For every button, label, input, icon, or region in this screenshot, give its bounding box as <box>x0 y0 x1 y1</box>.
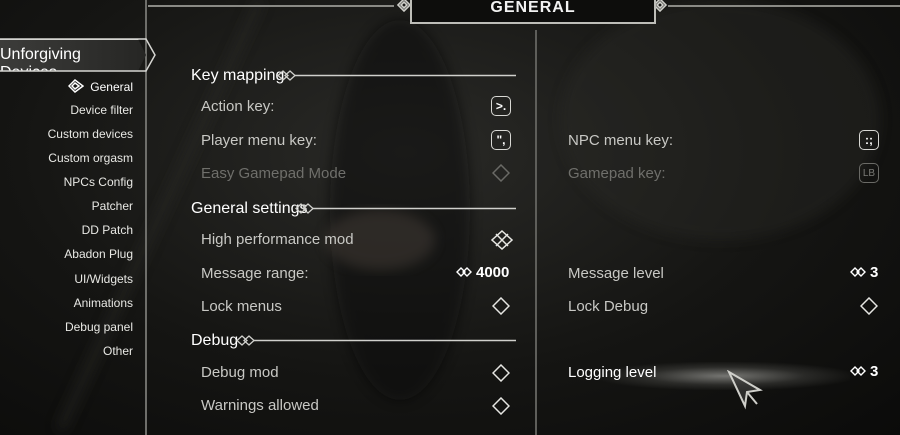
slider-arrows-icon <box>850 267 866 277</box>
sidebar-item-custom-devices[interactable]: Custom devices <box>48 127 133 141</box>
sidebar-item-ui-widgets[interactable]: UI/Widgets <box>74 272 133 286</box>
sidebar-item-dd-patch[interactable]: DD Patch <box>82 223 133 237</box>
action-key-label: Action key: <box>201 98 275 115</box>
logging-level-label: Logging level <box>568 364 657 381</box>
section-rule <box>295 203 516 214</box>
action-key-button[interactable]: >. <box>491 96 511 116</box>
title-rule-left <box>148 5 394 7</box>
section-rule <box>236 335 516 346</box>
knot-checked-icon[interactable] <box>491 230 513 250</box>
mod-name: Unforgiving Devices <box>0 46 81 81</box>
diamond-empty-icon[interactable] <box>492 364 510 382</box>
player-menu-key-label: Player menu key: <box>201 132 317 149</box>
sidebar-item-general[interactable]: General <box>68 79 133 94</box>
debug-mod-label: Debug mod <box>201 364 279 381</box>
title-rule-right <box>668 5 900 7</box>
easy-gamepad-mode-label: Easy Gamepad Mode <box>201 165 347 182</box>
sidebar-item-debug-panel[interactable]: Debug panel <box>65 320 133 334</box>
message-range-slider[interactable]: 4000 <box>456 264 509 281</box>
sidebar: Unforgiving Devices General Device filte… <box>0 0 156 435</box>
player-menu-key-button[interactable]: ", <box>491 130 511 150</box>
section-rule <box>277 70 516 81</box>
sidebar-item-custom-orgasm[interactable]: Custom orgasm <box>48 151 133 165</box>
logging-level-slider[interactable]: 3 <box>850 363 878 380</box>
npc-menu-key-button[interactable]: :; <box>859 130 879 150</box>
sidebar-item-abadon-plug[interactable]: Abadon Plug <box>64 247 133 261</box>
gamepad-key-button[interactable]: LB <box>859 163 879 183</box>
diamond-empty-icon[interactable] <box>492 164 510 182</box>
sidebar-item-device-filter[interactable]: Device filter <box>70 103 133 117</box>
mod-tab-active[interactable]: Unforgiving Devices <box>0 39 146 71</box>
sidebar-divider <box>145 0 147 435</box>
diamond-empty-icon[interactable] <box>860 297 878 315</box>
sidebar-item-other[interactable]: Other <box>103 344 133 358</box>
section-header-key-mapping: Key mapping <box>191 67 285 84</box>
message-level-slider[interactable]: 3 <box>850 264 878 281</box>
sidebar-item-patcher[interactable]: Patcher <box>92 199 133 213</box>
gamepad-key-label: Gamepad key: <box>568 165 666 182</box>
slider-arrows-icon <box>850 366 866 376</box>
sidebar-item-npcs-config[interactable]: NPCs Config <box>64 175 133 189</box>
column-divider <box>535 30 537 435</box>
lock-debug-label: Lock Debug <box>568 298 649 315</box>
section-header-general-settings: General settings <box>191 200 308 217</box>
high-performance-mod-label: High performance mod <box>201 231 354 248</box>
arrow-cursor-icon <box>727 370 763 410</box>
diamond-empty-icon[interactable] <box>492 297 510 315</box>
message-level-label: Message level <box>568 265 664 282</box>
sidebar-item-animations[interactable]: Animations <box>74 296 133 310</box>
slider-arrows-icon <box>456 267 472 277</box>
diamond-empty-icon[interactable] <box>492 397 510 415</box>
message-range-label: Message range: <box>201 265 309 282</box>
npc-menu-key-label: NPC menu key: <box>568 132 674 149</box>
lock-menus-label: Lock menus <box>201 298 282 315</box>
knot-icon <box>68 79 85 93</box>
section-header-debug: Debug <box>191 332 239 349</box>
warnings-allowed-label: Warnings allowed <box>201 397 319 414</box>
page-title: GENERAL <box>410 0 656 24</box>
